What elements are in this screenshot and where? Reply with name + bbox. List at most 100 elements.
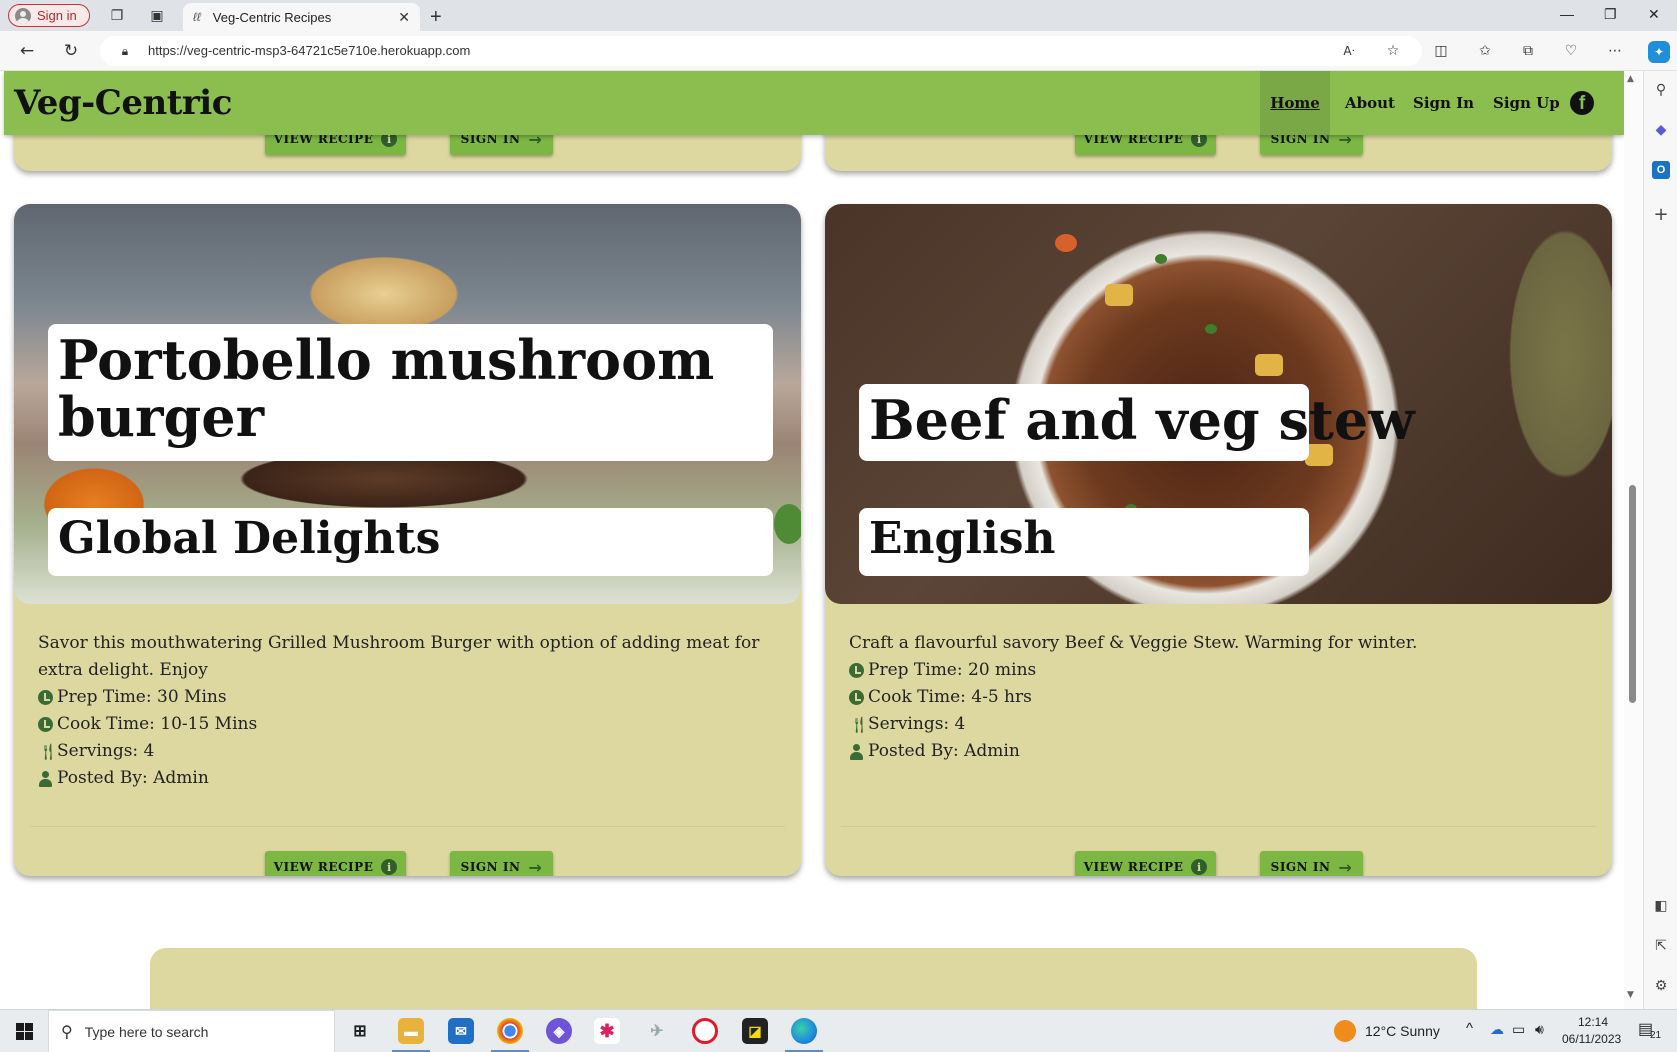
recipe-card-portobello: Portobello mushroom burger Global Deligh… xyxy=(14,204,801,876)
prep-time-text: Prep Time: 30 Mins xyxy=(57,687,227,707)
clock-icon xyxy=(38,690,53,705)
sidebar-settings-icon[interactable]: ⚙ xyxy=(1652,977,1670,995)
opera-icon[interactable] xyxy=(692,1018,718,1044)
copilot-icon[interactable]: ✦ xyxy=(1648,41,1670,63)
back-arrow-icon[interactable]: ← xyxy=(18,41,36,61)
volume-icon[interactable]: 🔊︎ xyxy=(1535,1021,1544,1038)
page-viewport: Veg-Centric Home About Sign In Sign Up f… xyxy=(0,71,1624,1009)
sidebar-add-icon[interactable]: + xyxy=(1652,204,1670,225)
posted-by-row: Posted By: Admin xyxy=(38,765,781,792)
nav-signup-link[interactable]: Sign Up xyxy=(1493,71,1560,135)
view-recipe-label: VIEW RECIPE xyxy=(273,860,374,874)
task-view-icon[interactable]: ⊞ xyxy=(347,1018,373,1044)
weather-text[interactable]: 12°C Sunny xyxy=(1365,1023,1440,1039)
favorite-star-icon[interactable]: ☆ xyxy=(1384,42,1402,60)
windows-start-icon[interactable] xyxy=(16,1023,33,1040)
cloud-icon[interactable]: ☁ xyxy=(1490,1021,1504,1038)
lock-icon[interactable]: 🔒︎ xyxy=(116,42,134,60)
tab-actions-icon[interactable]: ▣ xyxy=(148,7,166,25)
scroll-down-arrow-icon[interactable]: ▼ xyxy=(1627,990,1634,1000)
site-brand[interactable]: Veg-Centric xyxy=(14,83,232,123)
profile-signin-button[interactable]: Sign in xyxy=(8,4,90,27)
sidebar-hide-icon[interactable]: ◧ xyxy=(1652,897,1670,915)
recipe-cuisine: Global Delights xyxy=(48,508,773,576)
facebook-icon[interactable]: f xyxy=(1570,91,1594,115)
nav-about-link[interactable]: About xyxy=(1345,71,1395,135)
taskbar-search-input[interactable]: ⚲ Type here to search xyxy=(48,1010,335,1052)
file-explorer-icon[interactable]: ▬ xyxy=(398,1018,424,1044)
more-menu-icon[interactable]: ⋯ xyxy=(1606,42,1624,60)
card-footer-divider xyxy=(841,826,1596,827)
app-icon[interactable]: ✈ xyxy=(644,1018,670,1044)
user-icon xyxy=(849,743,864,760)
scroll-up-arrow-icon[interactable]: ▲ xyxy=(1627,74,1634,84)
mail-icon[interactable]: ✉ xyxy=(448,1018,474,1044)
info-icon: i xyxy=(1191,859,1208,875)
chrome-icon[interactable] xyxy=(497,1018,523,1044)
view-recipe-button[interactable]: VIEW RECIPE i xyxy=(265,851,406,876)
slack-icon[interactable]: ✱ xyxy=(594,1018,620,1044)
prep-time-row: Prep Time: 20 mins xyxy=(849,657,1592,684)
cook-time-row: Cook Time: 10-15 Mins xyxy=(38,711,781,738)
recipe-details: Savor this mouthwatering Grilled Mushroo… xyxy=(38,630,781,792)
sticky-notes-icon[interactable]: ◪ xyxy=(742,1018,768,1044)
sign-in-label: SIGN IN xyxy=(1270,860,1331,874)
window-maximize-button[interactable]: ❐ xyxy=(1604,6,1617,23)
browser-tab-bar: Sign in ❐ ▣ ℓℓ Veg-Centric Recipes ✕ + —… xyxy=(0,0,1677,31)
recipe-description: Savor this mouthwatering Grilled Mushroo… xyxy=(38,633,760,680)
servings-row: 🍴︎ Servings: 4 xyxy=(849,711,1592,738)
refresh-icon[interactable]: ↻ xyxy=(62,41,80,61)
user-icon xyxy=(38,770,53,787)
nav-home-link[interactable]: Home xyxy=(1260,71,1330,135)
teams-icon[interactable]: ◈ xyxy=(546,1018,572,1044)
sidebar-copilot-icon[interactable]: ◆ xyxy=(1652,121,1670,139)
clock-icon xyxy=(38,717,53,732)
servings-text: Servings: 4 xyxy=(868,714,966,734)
tray-chevron-icon[interactable]: ^ xyxy=(1466,1020,1473,1037)
network-icon[interactable]: ▭ xyxy=(1512,1021,1525,1038)
clock-time[interactable]: 12:14 xyxy=(1578,1015,1608,1029)
window-close-button[interactable]: ✕ xyxy=(1648,6,1660,23)
next-section-card xyxy=(150,948,1477,1009)
split-screen-icon[interactable]: ◫ xyxy=(1432,42,1450,60)
tab-close-icon[interactable]: ✕ xyxy=(398,9,410,26)
sidebar-external-icon[interactable]: ⇱ xyxy=(1652,937,1670,955)
scrollbar-thumb[interactable] xyxy=(1629,485,1636,703)
cook-time-text: Cook Time: 4-5 hrs xyxy=(868,687,1032,707)
sign-in-label: SIGN IN xyxy=(460,860,521,874)
recipe-title: Beef and veg stew xyxy=(859,384,1415,461)
sign-in-button[interactable]: SIGN IN → xyxy=(450,851,553,876)
herb-shape xyxy=(1205,324,1217,334)
carrot-shape xyxy=(1055,234,1077,252)
window-minimize-button[interactable]: — xyxy=(1560,6,1574,22)
clock-date[interactable]: 06/11/2023 xyxy=(1562,1032,1621,1046)
favorites-icon[interactable]: ✩ xyxy=(1476,42,1494,60)
browser-essentials-icon[interactable]: ♡ xyxy=(1562,42,1580,60)
site-favicon-icon: ℓℓ xyxy=(193,10,201,24)
garnish-shape xyxy=(774,504,801,544)
cook-time-text: Cook Time: 10-15 Mins xyxy=(57,714,258,734)
nav-signin-link[interactable]: Sign In xyxy=(1413,71,1474,135)
utensils-icon: 🍴︎ xyxy=(38,742,59,761)
new-tab-button[interactable]: + xyxy=(430,6,442,29)
recipe-description: Craft a flavourful savory Beef & Veggie … xyxy=(849,633,1418,653)
search-icon: ⚲ xyxy=(61,1023,73,1041)
browser-toolbar: ← ↻ 🔒︎ https://veg-centric-msp3-64721c5e… xyxy=(0,31,1677,71)
sign-in-button[interactable]: SIGN IN → xyxy=(1260,851,1363,876)
browser-tab-active[interactable]: ℓℓ Veg-Centric Recipes ✕ xyxy=(183,3,420,31)
view-recipe-button[interactable]: VIEW RECIPE i xyxy=(1075,851,1216,876)
browser-sidebar: ⚲ ◆ O + ◧ ⇱ ⚙ xyxy=(1643,71,1677,1009)
potato-shape xyxy=(1255,354,1283,376)
prep-time-row: Prep Time: 30 Mins xyxy=(38,684,781,711)
arrow-right-icon: → xyxy=(528,857,543,877)
read-aloud-icon[interactable]: Aᐧ xyxy=(1340,42,1358,60)
sidebar-outlook-icon[interactable]: O xyxy=(1652,161,1670,179)
workspaces-icon[interactable]: ❐ xyxy=(108,7,126,25)
address-bar[interactable]: 🔒︎ https://veg-centric-msp3-64721c5e710e… xyxy=(100,36,1422,66)
edge-icon[interactable] xyxy=(791,1018,817,1044)
sidebar-search-icon[interactable]: ⚲ xyxy=(1652,81,1670,99)
url-text[interactable]: https://veg-centric-msp3-64721c5e710e.he… xyxy=(148,43,470,58)
weather-icon[interactable] xyxy=(1334,1020,1356,1042)
collections-icon[interactable]: ⧉ xyxy=(1519,42,1537,60)
windows-taskbar: ⚲ Type here to search ⊞ ▬ ✉ ◈ ✱ ✈ ◪ 12°C… xyxy=(0,1009,1677,1052)
